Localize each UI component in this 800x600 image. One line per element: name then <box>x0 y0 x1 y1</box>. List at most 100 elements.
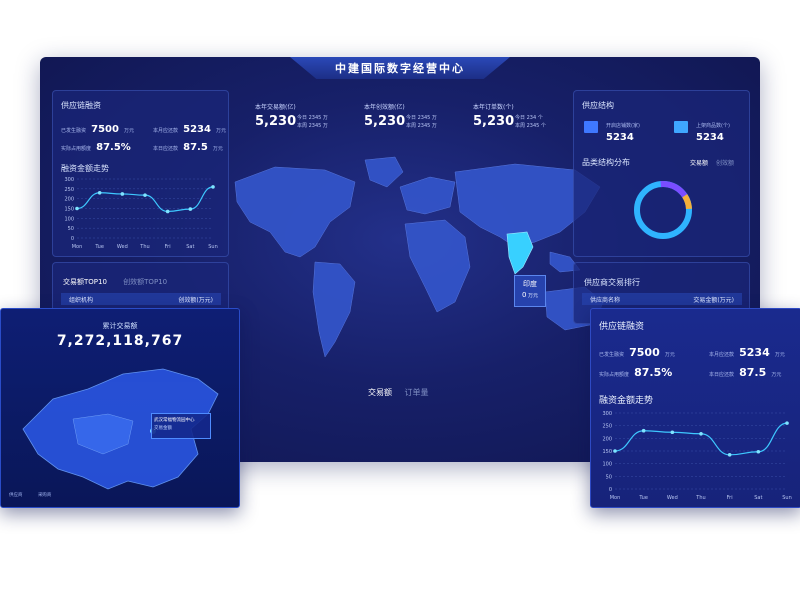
data-point <box>699 431 703 436</box>
data-point <box>756 449 761 454</box>
metric-label: 本月应还款 <box>153 128 179 134</box>
x-tick-label: Mon <box>610 495 621 501</box>
tab-profit-top10[interactable]: 创效额TOP10 <box>123 278 167 286</box>
map-tooltip: 印度 0 万元 <box>514 275 546 307</box>
metric-value: 5234 <box>183 124 211 135</box>
metric-label: 已发生融资 <box>61 128 87 134</box>
data-point <box>670 430 675 435</box>
top10-col-org: 组织机构 <box>69 297 94 304</box>
x-tick-label: Sat <box>754 495 762 501</box>
supplier-rank-header: 供应商名称 交易金额(万元) <box>582 293 742 305</box>
x-tick-label: Fri <box>727 495 733 501</box>
category-donut <box>634 181 692 239</box>
y-tick-label: 150 <box>64 207 74 213</box>
left-metric-1: 已发生融资 7500 万元 <box>61 117 134 136</box>
product-count-value: 5234 <box>696 132 724 143</box>
metric-label: 本日应还款 <box>709 372 735 378</box>
right-finance-card: 供应链融资 已发生融资 7500 万元 本月应还款 5234 万元 实际占用额度… <box>590 308 800 508</box>
tab-trade[interactable]: 交易额 <box>690 160 708 167</box>
x-tick-label: Sat <box>186 244 194 250</box>
x-tick-label: Mon <box>72 244 83 250</box>
x-tick-label: Wed <box>117 244 128 250</box>
x-tick-label: Sun <box>782 495 792 501</box>
metric-label: 已发生融资 <box>599 352 625 358</box>
y-tick-label: 250 <box>64 187 74 193</box>
map-north-america <box>234 166 356 258</box>
header: 中建国际数字经营中心 <box>290 57 510 79</box>
metric-unit: 万元 <box>774 352 785 358</box>
stat-trade: 本年交易额(亿) 5,230 今日 2345 万 本周 2345 万 <box>255 102 365 129</box>
map-india-highlight <box>506 231 534 275</box>
y-tick-label: 300 <box>602 411 612 417</box>
metric-label: 本日应还款 <box>153 146 179 152</box>
map-toggle-group: 交易额 订单量 <box>368 387 429 398</box>
data-point <box>727 453 732 457</box>
right-card-metric-2: 本月应还款 5234 万元 <box>709 341 785 360</box>
y-tick-label: 250 <box>602 424 612 430</box>
y-tick-label: 200 <box>602 436 612 442</box>
y-tick-label: 100 <box>64 216 74 222</box>
x-tick-label: Thu <box>139 244 149 250</box>
map-toggle-orders[interactable]: 订单量 <box>405 388 429 397</box>
stat-orders-label: 本年订单数(个) <box>473 104 514 111</box>
right-card-metric-1: 已发生融资 7500 万元 <box>599 341 675 360</box>
series-line <box>76 186 214 213</box>
stat-orders-today: 今日 234 个 <box>515 115 543 121</box>
data-point <box>165 209 170 214</box>
map-greenland <box>364 156 404 188</box>
category-tabs: 交易额 创效额 <box>690 158 734 167</box>
legend-buyer: 采购商 <box>37 493 52 498</box>
data-point <box>641 428 646 433</box>
category-title: 品类结构分布 <box>582 158 630 167</box>
tooltip-value: 0 <box>521 291 527 299</box>
left-metric-2: 本月应还款 5234 万元 <box>153 117 226 136</box>
series-line <box>614 422 788 456</box>
left-panel-title: 供应链融资 <box>61 101 101 110</box>
left-finance-panel: 供应链融资 已发生融资 7500 万元 本月应还款 5234 万元 实际占用额度… <box>52 90 229 257</box>
supplier-col-name: 供应商名称 <box>590 297 621 304</box>
metric-unit: 万元 <box>771 372 782 378</box>
left-metric-3: 实际占用额度 87.5% <box>61 135 131 154</box>
stat-profit-week: 本周 2345 万 <box>406 123 437 129</box>
cumulative-title: 累计交易额 <box>102 322 138 330</box>
store-icon <box>584 121 598 133</box>
metric-value: 5234 <box>739 346 770 359</box>
metric-value: 87.5 <box>183 142 208 153</box>
stat-orders: 本年订单数(个) 5,230 今日 234 个 本周 2345 个 <box>473 102 583 129</box>
tab-profit[interactable]: 创效额 <box>716 160 734 167</box>
y-tick-label: 200 <box>64 197 74 203</box>
right-card-trend-chart: 0 50 100 150 200 250 300 Mon Tue Wed Thu Fri Sat Sun <box>602 411 792 501</box>
metric-unit: 万元 <box>212 146 223 152</box>
stat-trade-week: 本周 2345 万 <box>297 123 328 129</box>
left-metric-4: 本日应还款 87.5 万元 <box>153 135 223 154</box>
stat-trade-label: 本年交易额(亿) <box>255 104 296 111</box>
data-point <box>785 421 789 425</box>
map-south-america <box>312 261 356 358</box>
map-toggle-trade[interactable]: 交易额 <box>368 388 392 397</box>
metric-value: 87.5 <box>739 366 767 379</box>
top10-header: 组织机构 创效额(万元) <box>61 293 221 305</box>
folder-icon <box>674 121 688 133</box>
store-count-value: 5234 <box>606 132 634 143</box>
left-trend-title: 融资金额走势 <box>61 164 109 173</box>
stat-orders-week: 本周 2345 个 <box>515 123 546 129</box>
x-tick-label: Tue <box>638 495 648 501</box>
x-tick-label: Sun <box>208 244 218 250</box>
left-trend-chart: 0 50 100 150 200 250 300 Mon Tue Wed Thu Fri Sat Sun <box>64 177 218 250</box>
tooltip-region: 印度 <box>523 280 537 288</box>
metric-value: 7500 <box>629 346 660 359</box>
tab-trade-top10[interactable]: 交易额TOP10 <box>63 278 107 286</box>
data-point <box>613 449 617 453</box>
product-count-label: 上架商品数(个) <box>696 123 730 129</box>
map-europe <box>399 176 456 215</box>
right-card-metric-3: 实际占用额度 87.5% <box>599 361 672 380</box>
data-point <box>120 192 125 196</box>
china-map-panel: 累计交易额 7,272,118,767 武汉常福物流园中心 交易金额 供应商 采… <box>0 308 240 508</box>
china-tooltip-value: 交易金额 <box>154 426 172 431</box>
world-map[interactable] <box>215 152 605 382</box>
data-point <box>211 185 215 189</box>
legend-supplier: 供应商 <box>9 493 23 498</box>
map-africa <box>404 219 471 313</box>
metric-unit: 万元 <box>664 352 675 358</box>
top10-col-profit: 创效额(万元) <box>178 297 213 304</box>
